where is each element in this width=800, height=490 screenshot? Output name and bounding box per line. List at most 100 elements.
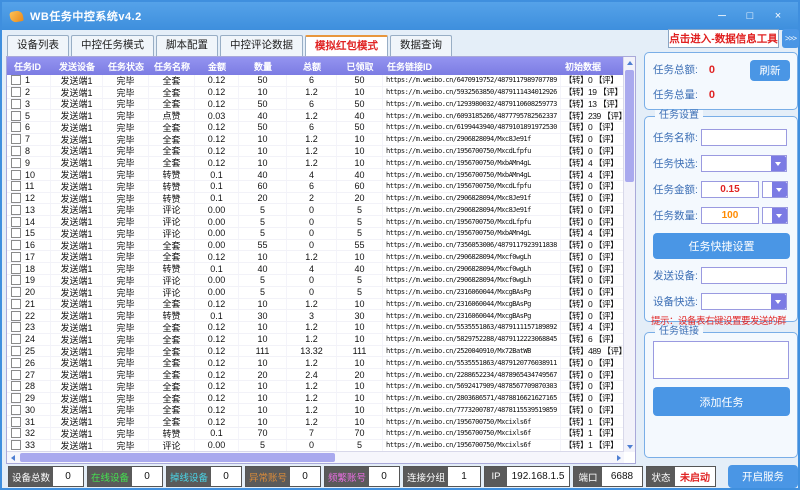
column-header-2[interactable]: 任务状态	[103, 60, 149, 73]
vertical-scrollbar[interactable]	[623, 57, 635, 452]
amount-unit-select[interactable]	[762, 181, 788, 198]
column-header-4[interactable]: 金额	[195, 60, 239, 73]
row-checkbox[interactable]	[11, 158, 21, 168]
scroll-left-icon[interactable]	[7, 452, 18, 463]
scroll-right-icon[interactable]	[613, 452, 624, 463]
table-row[interactable]: 23发送端1完毕全套0.12101.210https://m.weibo.cn/…	[7, 322, 624, 334]
table-row[interactable]: 9发送端1完毕全套0.12101.210https://m.weibo.cn/1…	[7, 157, 624, 169]
table-row[interactable]: 29发送端1完毕全套0.12101.210https://m.weibo.cn/…	[7, 393, 624, 405]
row-checkbox[interactable]	[11, 334, 21, 344]
table-row[interactable]: 21发送端1完毕全套0.12101.210https://m.weibo.cn/…	[7, 299, 624, 311]
row-checkbox[interactable]	[11, 311, 21, 321]
device-quick-select[interactable]	[701, 293, 787, 310]
task-quick-select[interactable]	[701, 155, 787, 172]
table-row[interactable]: 30发送端1完毕全套0.12101.210https://m.weibo.cn/…	[7, 404, 624, 416]
table-row[interactable]: 14发送端1完毕评论0.00505https://m.weibo.cn/1956…	[7, 216, 624, 228]
column-header-1[interactable]: 发送设备	[51, 60, 103, 73]
table-row[interactable]: 13发送端1完毕评论0.00505https://m.weibo.cn/2906…	[7, 204, 624, 216]
quick-set-button[interactable]: 任务快捷设置	[653, 233, 790, 259]
row-checkbox[interactable]	[11, 205, 21, 215]
row-checkbox[interactable]	[11, 381, 21, 391]
maximize-icon[interactable]: □	[738, 6, 762, 26]
tab-device-list[interactable]: 设备列表	[7, 35, 69, 56]
column-header-6[interactable]: 总额	[287, 60, 337, 73]
row-checkbox[interactable]	[11, 134, 21, 144]
row-checkbox[interactable]	[11, 322, 21, 332]
table-row[interactable]: 7发送端1完毕全套0.12101.210https://m.weibo.cn/2…	[7, 134, 624, 146]
scroll-up-icon[interactable]	[624, 57, 635, 68]
row-checkbox[interactable]	[11, 417, 21, 427]
row-checkbox[interactable]	[11, 358, 21, 368]
row-checkbox[interactable]	[11, 393, 21, 403]
table-row[interactable]: 16发送端1完毕全套0.0055055https://m.weibo.cn/73…	[7, 240, 624, 252]
tab-data-query[interactable]: 数据查询	[390, 35, 452, 56]
table-row[interactable]: 27发送端1完毕全套0.12202.420https://m.weibo.cn/…	[7, 369, 624, 381]
minimize-icon[interactable]: ─	[710, 6, 734, 26]
table-row[interactable]: 8发送端1完毕全套0.12101.210https://m.weibo.cn/1…	[7, 146, 624, 158]
table-row[interactable]: 17发送端1完毕全套0.12101.210https://m.weibo.cn/…	[7, 251, 624, 263]
table-row[interactable]: 33发送端1完毕评论0.00505https://m.weibo.cn/1956…	[7, 440, 624, 452]
row-checkbox[interactable]	[11, 370, 21, 380]
table-row[interactable]: 24发送端1完毕全套0.12101.210https://m.weibo.cn/…	[7, 334, 624, 346]
column-header-8[interactable]: 任务链接ID	[383, 60, 561, 73]
send-device-input[interactable]	[701, 267, 787, 284]
column-header-5[interactable]: 数量	[239, 60, 287, 73]
table-row[interactable]: 3发送端1完毕全套0.1250650https://m.weibo.cn/129…	[7, 99, 624, 111]
data-info-tool-button[interactable]: 点击进入-数据信息工具	[668, 29, 779, 48]
row-checkbox[interactable]	[11, 193, 21, 203]
row-checkbox[interactable]	[11, 87, 21, 97]
row-checkbox[interactable]	[11, 346, 21, 356]
task-name-input[interactable]	[701, 129, 787, 146]
row-checkbox[interactable]	[11, 99, 21, 109]
table-row[interactable]: 26发送端1完毕全套0.12101.210https://m.weibo.cn/…	[7, 357, 624, 369]
row-checkbox[interactable]	[11, 440, 21, 450]
row-checkbox[interactable]	[11, 287, 21, 297]
row-checkbox[interactable]	[11, 299, 21, 309]
expand-button[interactable]: >>>	[782, 29, 799, 48]
column-header-0[interactable]: 任务ID	[7, 60, 51, 73]
table-row[interactable]: 32发送端1完毕转赞0.170770https://m.weibo.cn/195…	[7, 428, 624, 440]
row-checkbox[interactable]	[11, 264, 21, 274]
table-row[interactable]: 1发送端1完毕全套0.1250650https://m.weibo.cn/647…	[7, 75, 624, 87]
row-checkbox[interactable]	[11, 111, 21, 121]
column-header-9[interactable]: 初始数据	[561, 60, 624, 73]
row-checkbox[interactable]	[11, 146, 21, 156]
chevron-down-icon[interactable]	[771, 294, 786, 309]
table-row[interactable]: 15发送端1完毕评论0.00505https://m.weibo.cn/1956…	[7, 228, 624, 240]
column-header-3[interactable]: 任务名称	[149, 60, 195, 73]
table-row[interactable]: 2发送端1完毕全套0.12101.210https://m.weibo.cn/5…	[7, 87, 624, 99]
row-checkbox[interactable]	[11, 75, 21, 85]
count-unit-select[interactable]	[762, 207, 788, 224]
chevron-down-icon[interactable]	[772, 208, 787, 223]
row-checkbox[interactable]	[11, 275, 21, 285]
table-row[interactable]: 25发送端1完毕全套0.1211113.32111https://m.weibo…	[7, 346, 624, 358]
task-amount-input[interactable]	[701, 181, 759, 198]
chevron-down-icon[interactable]	[772, 182, 787, 197]
tab-control-comment-data[interactable]: 中控评论数据	[220, 35, 303, 56]
row-checkbox[interactable]	[11, 405, 21, 415]
tab-red-packet-mode[interactable]: 模拟红包模式	[305, 35, 388, 56]
refresh-button[interactable]: 刷新	[750, 60, 790, 81]
table-row[interactable]: 6发送端1完毕全套0.1250650https://m.weibo.cn/619…	[7, 122, 624, 134]
table-row[interactable]: 12发送端1完毕转赞0.120220https://m.weibo.cn/290…	[7, 193, 624, 205]
table-row[interactable]: 18发送端1完毕转赞0.140440https://m.weibo.cn/290…	[7, 263, 624, 275]
add-task-button[interactable]: 添加任务	[653, 387, 790, 416]
horizontal-scrollbar[interactable]	[7, 451, 624, 463]
horizontal-scroll-thumb[interactable]	[20, 453, 335, 462]
start-service-button[interactable]: 开启服务	[728, 465, 798, 488]
row-checkbox[interactable]	[11, 428, 21, 438]
row-checkbox[interactable]	[11, 181, 21, 191]
table-row[interactable]: 10发送端1完毕转赞0.140440https://m.weibo.cn/195…	[7, 169, 624, 181]
chevron-down-icon[interactable]	[771, 156, 786, 171]
row-checkbox[interactable]	[11, 122, 21, 132]
row-checkbox[interactable]	[11, 217, 21, 227]
tab-control-task-mode[interactable]: 中控任务模式	[71, 35, 154, 56]
table-row[interactable]: 22发送端1完毕转赞0.130330https://m.weibo.cn/231…	[7, 310, 624, 322]
close-icon[interactable]: ×	[766, 6, 790, 26]
column-header-7[interactable]: 已领取	[337, 60, 383, 73]
table-row[interactable]: 5发送端1完毕点赞0.03401.240https://m.weibo.cn/6…	[7, 110, 624, 122]
task-count-input[interactable]	[701, 207, 759, 224]
vertical-scroll-thumb[interactable]	[625, 70, 634, 182]
row-checkbox[interactable]	[11, 170, 21, 180]
table-row[interactable]: 19发送端1完毕评论0.00505https://m.weibo.cn/2906…	[7, 275, 624, 287]
